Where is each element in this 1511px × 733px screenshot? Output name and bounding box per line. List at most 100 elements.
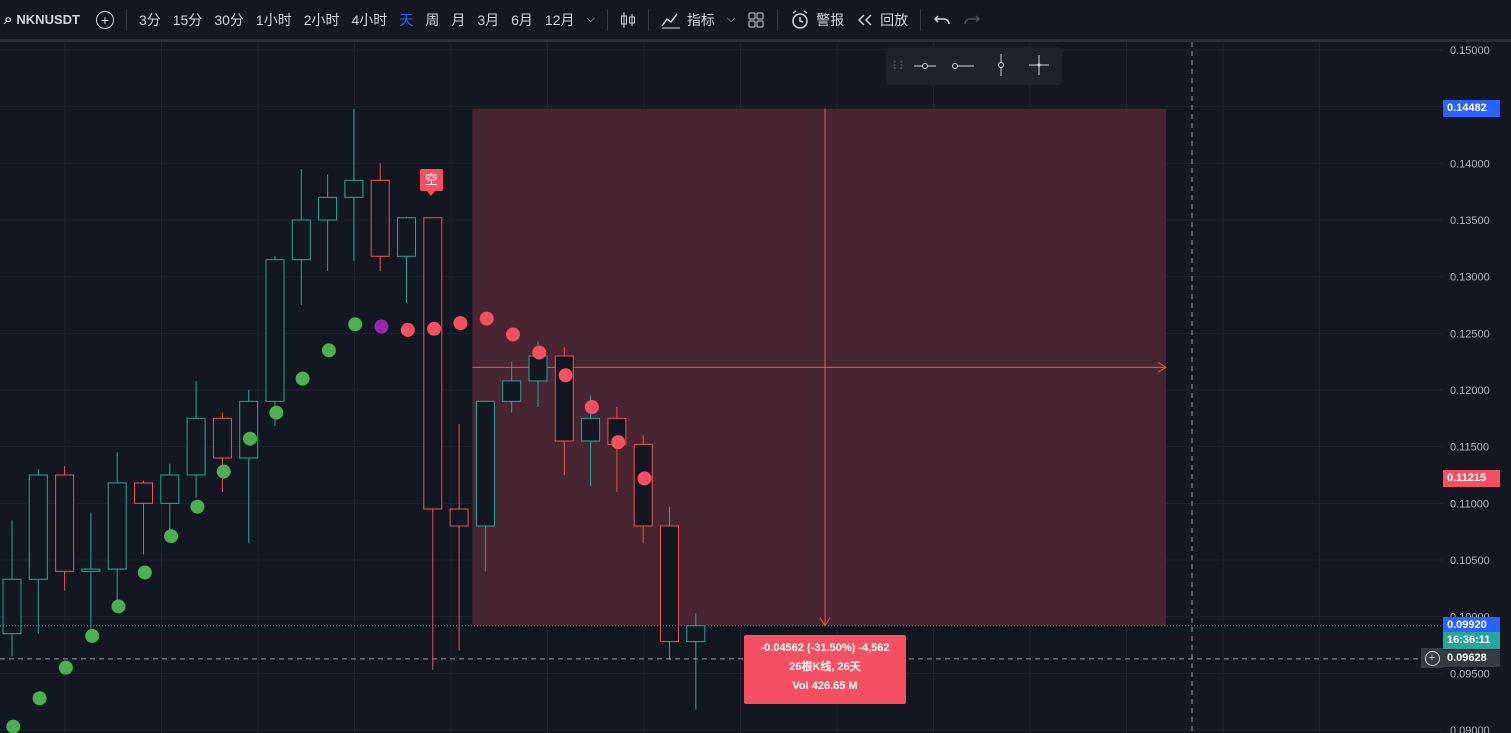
candle-body [28, 474, 48, 580]
bar-countdown-tag: 16:36:11 [1443, 632, 1500, 649]
sar-dot [584, 400, 599, 414]
sar-dot [400, 322, 415, 337]
chevron-down-icon: ⌵ [726, 13, 736, 25]
candle-body [212, 417, 232, 459]
sar-dot [190, 499, 205, 514]
redo-icon [964, 14, 981, 24]
price-tick-label: 0.11000 [1450, 498, 1489, 510]
sar-dot [479, 311, 494, 326]
price-tick-label: 0.15000 [1450, 45, 1490, 57]
candle-body [686, 625, 706, 643]
candle-body [502, 380, 522, 402]
alert-label: 警报 [816, 11, 845, 28]
compare-button[interactable]: + [90, 0, 120, 39]
sar-dot [506, 327, 520, 342]
candle-body [81, 568, 101, 572]
measure-tooltip: -0.04562 (-31.50%) -4,562 26根K线, 26天 Vol… [744, 635, 906, 704]
price-tick-label: 0.11500 [1450, 442, 1489, 454]
interval-0[interactable]: 3分 [133, 0, 167, 39]
toolbar-divider [125, 8, 127, 31]
sar-dot [111, 599, 126, 614]
interval-5[interactable]: 4小时 [346, 0, 394, 39]
sar-dot [532, 345, 547, 360]
replay-label: 回放 [880, 11, 909, 28]
price-tick-label: 0.12000 [1450, 385, 1490, 397]
sar-dot [295, 371, 310, 386]
sar-dot [321, 343, 336, 358]
add-alert-button[interactable]: + [1421, 648, 1443, 668]
drawing-toolbar: ⠇⠇ [886, 47, 1062, 85]
vertical-line-icon[interactable] [982, 53, 1020, 80]
candle-body [581, 417, 601, 442]
horizontal-ray-icon[interactable] [906, 58, 944, 74]
crosshair-icon[interactable] [1020, 54, 1058, 79]
toolbar-divider [647, 8, 649, 31]
layouts-button[interactable] [741, 0, 771, 39]
sar-price-tag: 0.11215 [1443, 470, 1500, 487]
add-circle-icon: + [1424, 650, 1440, 666]
alarm-clock-icon [792, 9, 808, 29]
rewind-icon [858, 13, 872, 26]
undo-button[interactable] [927, 0, 957, 39]
interval-11[interactable]: 12月 [539, 0, 581, 39]
interval-3[interactable]: 1小时 [250, 0, 298, 39]
sar-dot [243, 431, 257, 446]
sar-dot [85, 628, 100, 643]
candle-body [186, 417, 206, 476]
price-chart[interactable]: 0.150000.145000.140000.135000.130000.125… [0, 42, 1511, 733]
candle-body [107, 482, 127, 570]
redo-button[interactable] [957, 0, 987, 39]
interval-dropdown[interactable]: ⌵ [580, 0, 600, 39]
stop-price-tag: 0.14482 [1443, 100, 1500, 117]
candle-body [265, 259, 285, 402]
sar-dot [216, 464, 231, 479]
short-position-marker[interactable]: 空 [420, 169, 443, 196]
interval-2[interactable]: 30分 [208, 0, 250, 39]
interval-8[interactable]: 月 [445, 0, 471, 39]
sar-dot [348, 317, 363, 332]
replay-button[interactable]: 回放 [850, 0, 914, 39]
add-circle-icon: + [95, 10, 114, 29]
short-position-zone[interactable] [472, 108, 1167, 626]
price-tick-label: 0.09000 [1450, 725, 1490, 733]
chart-type-button[interactable] [614, 0, 642, 39]
sar-dot [453, 316, 468, 331]
sar-dot [32, 691, 47, 706]
interval-6[interactable]: 天 [393, 0, 419, 39]
sar-dot [6, 719, 21, 733]
alert-button[interactable]: 警报 [784, 0, 850, 39]
toolbar-divider [606, 8, 608, 31]
candle-body [291, 219, 311, 261]
candle-body [449, 508, 469, 527]
interval-10[interactable]: 6月 [505, 0, 539, 39]
measure-bars: 26根K线, 26天 [789, 661, 861, 673]
symbol-label: NKNUSDT [16, 12, 80, 27]
candle-body [318, 196, 338, 221]
candle-body [160, 474, 180, 504]
measure-volume: Vol 426.65 M [792, 680, 858, 692]
candles-icon [620, 11, 635, 28]
indicators-icon [661, 13, 680, 28]
interval-4[interactable]: 2小时 [298, 0, 346, 39]
indicators-button[interactable]: 指标 [655, 0, 721, 39]
price-tick-label: 0.13000 [1450, 272, 1490, 284]
sar-dot [611, 435, 626, 450]
interval-group: 3分 15分 30分 1小时 2小时 4小时天周月 3月 6月 12月 [133, 0, 581, 39]
undo-icon [934, 14, 950, 24]
sar-dot [427, 321, 442, 336]
candle-body [370, 179, 390, 257]
price-tick-label: 0.14000 [1450, 158, 1490, 170]
interval-1[interactable]: 15分 [167, 0, 209, 39]
candle-body [475, 400, 495, 527]
sar-dot [558, 368, 573, 383]
indicators-dropdown[interactable]: ⌵ [721, 0, 741, 39]
symbol-search[interactable]: ⌕ NKNUSDT [0, 0, 90, 39]
search-icon: ⌕ [4, 11, 13, 28]
drag-handle-icon[interactable]: ⠇⠇ [892, 59, 908, 73]
interval-9[interactable]: 3月 [471, 0, 505, 39]
sar-dot [137, 565, 152, 580]
price-tick-label: 0.10500 [1450, 555, 1490, 567]
interval-7[interactable]: 周 [419, 0, 445, 39]
ray-icon[interactable] [944, 58, 982, 74]
price-tick-label: 0.12500 [1450, 328, 1490, 340]
